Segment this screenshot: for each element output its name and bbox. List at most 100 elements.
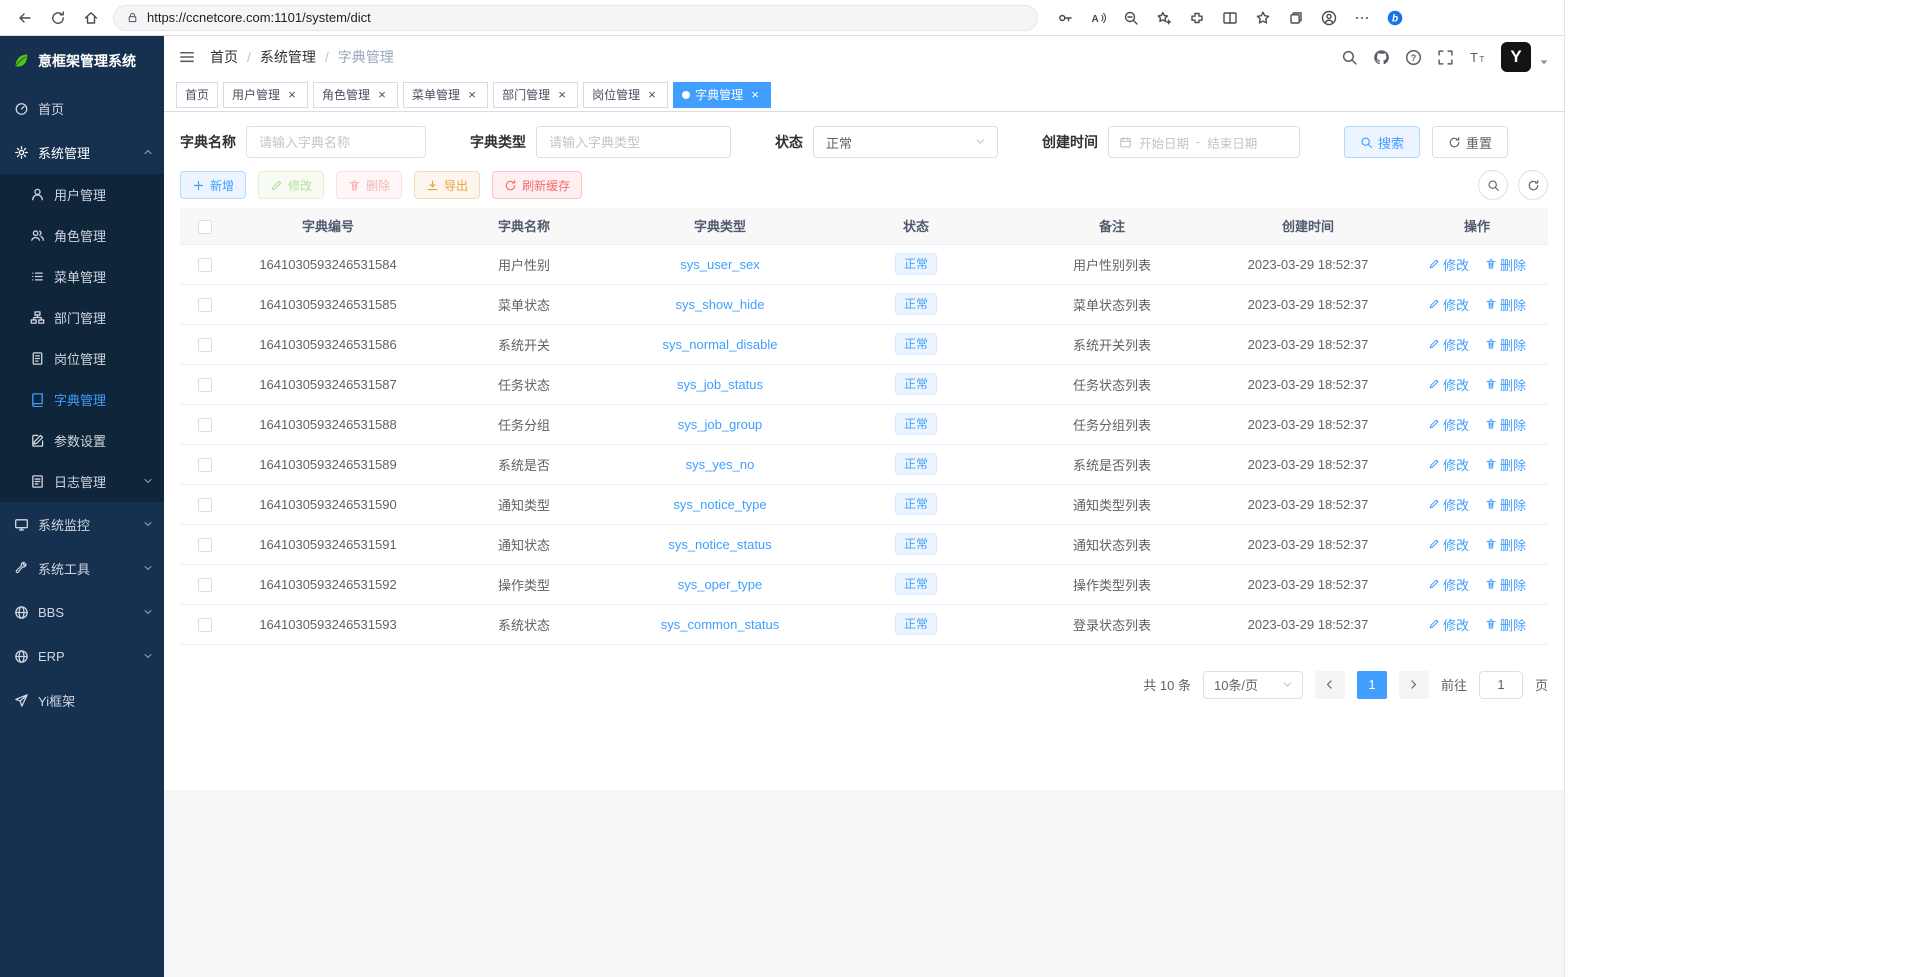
tab-user[interactable]: 用户管理×	[223, 82, 308, 108]
favorites-icon[interactable]	[1246, 4, 1279, 32]
breadcrumb-system[interactable]: 系统管理	[260, 47, 316, 67]
dict-type-link[interactable]: sys_job_status	[677, 377, 763, 392]
tab-close-icon[interactable]: ×	[748, 88, 762, 102]
site-permissions-lock-icon[interactable]	[126, 11, 139, 24]
browser-profile-icon[interactable]	[1312, 4, 1345, 32]
status-select[interactable]: 正常	[813, 126, 998, 158]
select-all-checkbox[interactable]	[198, 220, 212, 234]
collections-icon[interactable]	[1279, 4, 1312, 32]
header-search-icon[interactable]	[1341, 49, 1358, 66]
github-icon[interactable]	[1373, 49, 1390, 66]
tab-dict[interactable]: 字典管理×	[673, 82, 771, 108]
dict-type-link[interactable]: sys_normal_disable	[663, 337, 778, 352]
password-key-icon[interactable]	[1048, 4, 1081, 32]
row-checkbox[interactable]	[198, 578, 212, 592]
row-delete-button[interactable]: 删除	[1485, 535, 1526, 554]
sidebar-item-yi[interactable]: Yi框架	[0, 678, 164, 722]
row-delete-button[interactable]: 删除	[1485, 295, 1526, 314]
tab-role[interactable]: 角色管理×	[313, 82, 398, 108]
sidebar-item-post[interactable]: 岗位管理	[0, 338, 164, 379]
row-edit-button[interactable]: 修改	[1428, 455, 1469, 474]
sidebar-item-dict[interactable]: 字典管理	[0, 379, 164, 420]
prev-page-button[interactable]	[1315, 671, 1345, 699]
sidebar-item-monitor[interactable]: 系统监控	[0, 502, 164, 546]
sidebar-item-role[interactable]: 角色管理	[0, 215, 164, 256]
row-checkbox[interactable]	[198, 458, 212, 472]
row-delete-button[interactable]: 删除	[1485, 615, 1526, 634]
row-edit-button[interactable]: 修改	[1428, 415, 1469, 434]
app-logo[interactable]: 意框架管理系统	[0, 36, 164, 86]
row-delete-button[interactable]: 删除	[1485, 375, 1526, 394]
dict-type-link[interactable]: sys_oper_type	[678, 577, 763, 592]
row-edit-button[interactable]: 修改	[1428, 495, 1469, 514]
refresh-table-button[interactable]	[1518, 170, 1548, 200]
goto-page-input[interactable]	[1479, 671, 1523, 699]
sidebar-item-log[interactable]: 日志管理	[0, 461, 164, 502]
font-size-icon[interactable]: TT	[1469, 49, 1486, 66]
browser-menu-icon[interactable]	[1345, 4, 1378, 32]
sidebar-item-bbs[interactable]: BBS	[0, 590, 164, 634]
row-checkbox[interactable]	[198, 338, 212, 352]
add-favorite-icon[interactable]	[1147, 4, 1180, 32]
sidebar-item-home[interactable]: 首页	[0, 86, 164, 130]
tab-home[interactable]: 首页	[176, 82, 218, 108]
row-delete-button[interactable]: 删除	[1485, 575, 1526, 594]
dict-name-input[interactable]	[246, 126, 426, 158]
row-checkbox[interactable]	[198, 258, 212, 272]
sidebar-item-dept[interactable]: 部门管理	[0, 297, 164, 338]
sidebar-toggle-hamburger-icon[interactable]	[178, 48, 196, 66]
delete-button[interactable]: 删除	[336, 171, 402, 199]
read-aloud-icon[interactable]: A	[1081, 4, 1114, 32]
tab-post[interactable]: 岗位管理×	[583, 82, 668, 108]
row-edit-button[interactable]: 修改	[1428, 295, 1469, 314]
row-delete-button[interactable]: 删除	[1485, 495, 1526, 514]
dict-type-link[interactable]: sys_notice_status	[668, 537, 771, 552]
dict-type-link[interactable]: sys_notice_type	[673, 497, 766, 512]
sidebar-item-erp[interactable]: ERP	[0, 634, 164, 678]
row-edit-button[interactable]: 修改	[1428, 255, 1469, 274]
date-range-picker[interactable]: 开始日期 - 结束日期	[1108, 126, 1300, 158]
dict-type-link[interactable]: sys_common_status	[661, 617, 780, 632]
row-checkbox[interactable]	[198, 498, 212, 512]
sidebar-item-menu[interactable]: 菜单管理	[0, 256, 164, 297]
dict-type-link[interactable]: sys_job_group	[678, 417, 763, 432]
tab-dept[interactable]: 部门管理×	[493, 82, 578, 108]
split-screen-icon[interactable]	[1213, 4, 1246, 32]
dict-type-input[interactable]	[536, 126, 731, 158]
row-edit-button[interactable]: 修改	[1428, 615, 1469, 634]
row-delete-button[interactable]: 删除	[1485, 455, 1526, 474]
row-delete-button[interactable]: 删除	[1485, 415, 1526, 434]
row-checkbox[interactable]	[198, 538, 212, 552]
dict-type-link[interactable]: sys_yes_no	[686, 457, 755, 472]
tab-close-icon[interactable]: ×	[645, 88, 659, 102]
row-checkbox[interactable]	[198, 618, 212, 632]
toggle-search-button[interactable]	[1478, 170, 1508, 200]
tab-close-icon[interactable]: ×	[465, 88, 479, 102]
browser-reload-icon[interactable]	[41, 4, 74, 32]
dict-type-link[interactable]: sys_show_hide	[676, 297, 765, 312]
sidebar-item-system[interactable]: 系统管理	[0, 130, 164, 174]
add-button[interactable]: 新增	[180, 171, 246, 199]
row-edit-button[interactable]: 修改	[1428, 575, 1469, 594]
export-button[interactable]: 导出	[414, 171, 480, 199]
dict-type-link[interactable]: sys_user_sex	[680, 257, 759, 272]
row-delete-button[interactable]: 删除	[1485, 255, 1526, 274]
row-checkbox[interactable]	[198, 298, 212, 312]
help-question-icon[interactable]: ?	[1405, 49, 1422, 66]
sidebar-item-user[interactable]: 用户管理	[0, 174, 164, 215]
row-edit-button[interactable]: 修改	[1428, 535, 1469, 554]
row-delete-button[interactable]: 删除	[1485, 335, 1526, 354]
search-button[interactable]: 搜索	[1344, 126, 1420, 158]
address-bar[interactable]: https://ccnetcore.com:1101/system/dict	[113, 5, 1038, 31]
avatar-caret-down-icon[interactable]	[1538, 56, 1550, 68]
zoom-out-icon[interactable]	[1114, 4, 1147, 32]
sidebar-item-config[interactable]: 参数设置	[0, 420, 164, 461]
page-number-button[interactable]: 1	[1357, 671, 1387, 699]
reset-button[interactable]: 重置	[1432, 126, 1508, 158]
edit-button[interactable]: 修改	[258, 171, 324, 199]
refresh-cache-button[interactable]: 刷新缓存	[492, 171, 582, 199]
copilot-bing-icon[interactable]: b	[1378, 4, 1411, 32]
sidebar-item-tools[interactable]: 系统工具	[0, 546, 164, 590]
row-edit-button[interactable]: 修改	[1428, 375, 1469, 394]
tab-close-icon[interactable]: ×	[375, 88, 389, 102]
